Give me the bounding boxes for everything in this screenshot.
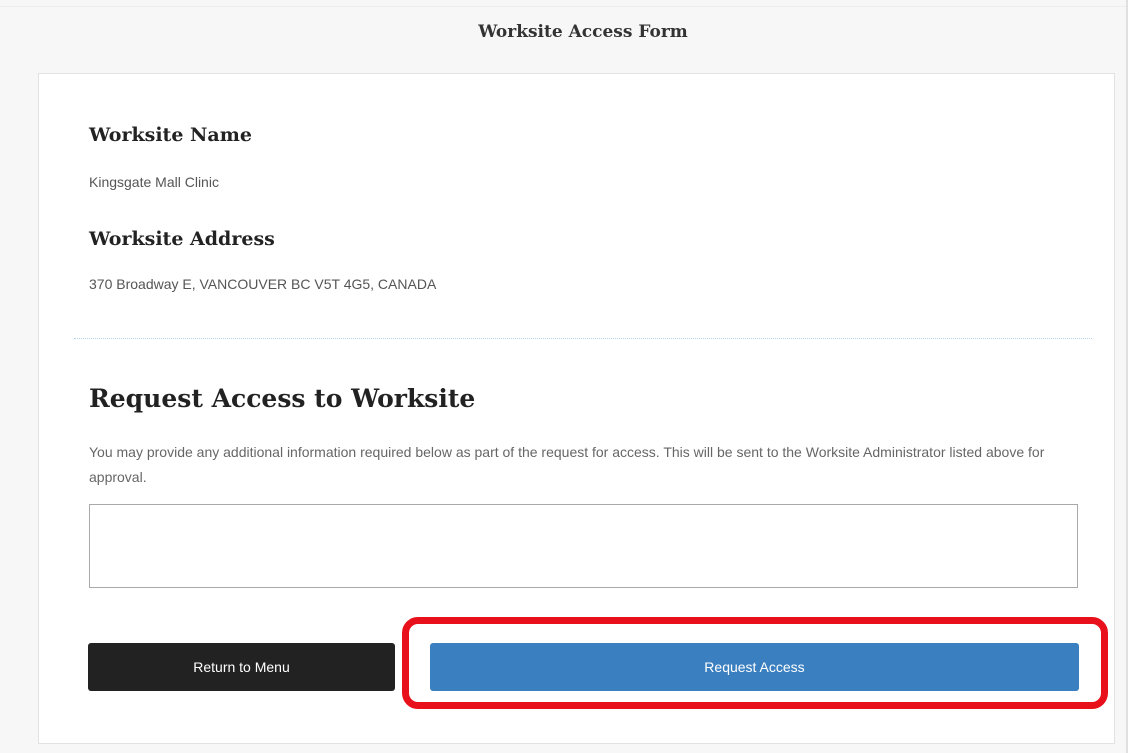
- request-access-button[interactable]: Request Access: [430, 643, 1079, 691]
- page-edge: [1128, 0, 1142, 753]
- additional-info-textarea[interactable]: [89, 504, 1078, 588]
- worksite-name-value: Kingsgate Mall Clinic: [89, 174, 219, 190]
- worksite-name-label: Worksite Name: [89, 124, 252, 146]
- page-title: Worksite Access Form: [478, 22, 688, 42]
- return-to-menu-button[interactable]: Return to Menu: [88, 643, 395, 691]
- worksite-address-value: 370 Broadway E, VANCOUVER BC V5T 4G5, CA…: [89, 276, 437, 292]
- top-divider: [0, 6, 1126, 7]
- request-description: You may provide any additional informati…: [89, 444, 1045, 485]
- request-section-title: Request Access to Worksite: [89, 384, 476, 413]
- app-window: Worksite Access Form Worksite Name Kings…: [0, 0, 1128, 753]
- worksite-address-label: Worksite Address: [89, 228, 275, 250]
- section-divider: [74, 338, 1092, 339]
